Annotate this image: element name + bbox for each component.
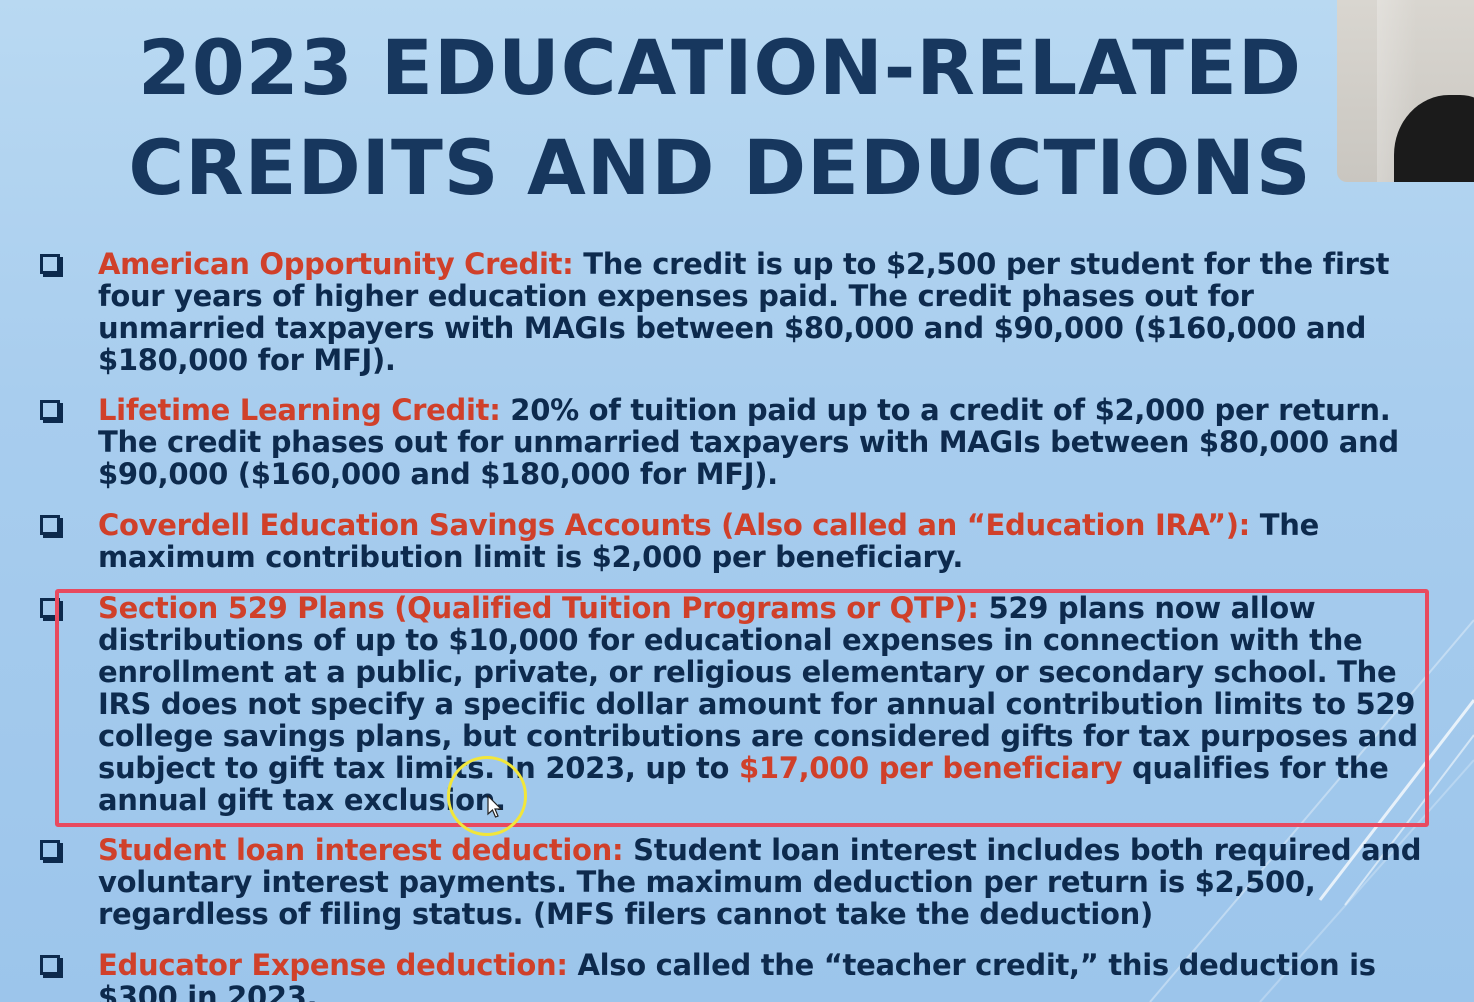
item-text: $300 in 2023. — [98, 980, 318, 1002]
item-text: The — [1249, 508, 1320, 542]
checkbox-bullet-icon — [40, 515, 60, 535]
item-text: 20% of tuition paid up to a credit of $2… — [500, 393, 1391, 427]
item-heading: Coverdell Education Savings Accounts (Al… — [98, 508, 1250, 542]
item-heading: American Opportunity Credit: — [98, 247, 574, 281]
slide-title-line-1: 2023 EDUCATION-RELATED — [138, 23, 1302, 112]
item-text: regardless of filing status. (MFS filers… — [98, 897, 1153, 931]
slide-title-line-2: CREDITS AND DEDUCTIONS — [128, 123, 1312, 212]
item-text: voluntary interest payments. The maximum… — [98, 865, 1316, 899]
list-item-student-loan-interest: Student loan interest deduction: Student… — [98, 833, 1421, 931]
item-text: four years of higher education expenses … — [98, 279, 1254, 313]
item-text: Student loan interest includes both requ… — [623, 833, 1422, 867]
list-item-educator-expense: Educator Expense deduction: Also called … — [98, 949, 1408, 1002]
checkbox-bullet-icon — [40, 400, 60, 420]
item-heading: Student loan interest deduction: — [98, 833, 624, 867]
item-heading: Educator Expense deduction: — [98, 948, 568, 982]
checkbox-bullet-icon — [40, 254, 60, 274]
list-item-coverdell-esa: Coverdell Education Savings Accounts (Al… — [98, 509, 1408, 573]
checkbox-bullet-icon — [40, 840, 60, 860]
list-item-lifetime-learning-credit: Lifetime Learning Credit: 20% of tuition… — [98, 394, 1408, 490]
slide-title: 2023 EDUCATION-RELATED CREDITS AND DEDUC… — [120, 18, 1320, 218]
item-text: maximum contribution limit is $2,000 per… — [98, 540, 964, 574]
mouse-pointer-icon — [487, 795, 503, 818]
item-text: $180,000 for MFJ). — [98, 343, 396, 377]
checkbox-bullet-icon — [40, 955, 60, 975]
list-item-american-opportunity-credit: American Opportunity Credit: The credit … — [98, 248, 1408, 376]
annotation-highlight-box — [55, 589, 1429, 827]
item-text: The credit phases out for unmarried taxp… — [98, 425, 1399, 459]
item-heading: Lifetime Learning Credit: — [98, 393, 501, 427]
item-text: unmarried taxpayers with MAGIs between $… — [98, 311, 1367, 345]
item-text: Also called the “teacher credit,” this d… — [567, 948, 1376, 982]
presentation-slide: 2023 EDUCATION-RELATED CREDITS AND DEDUC… — [0, 0, 1474, 1002]
webcam-overlay — [1337, 0, 1474, 182]
item-text: The credit is up to $2,500 per student f… — [573, 247, 1390, 281]
item-text: $90,000 ($160,000 and $180,000 for MFJ). — [98, 457, 778, 491]
